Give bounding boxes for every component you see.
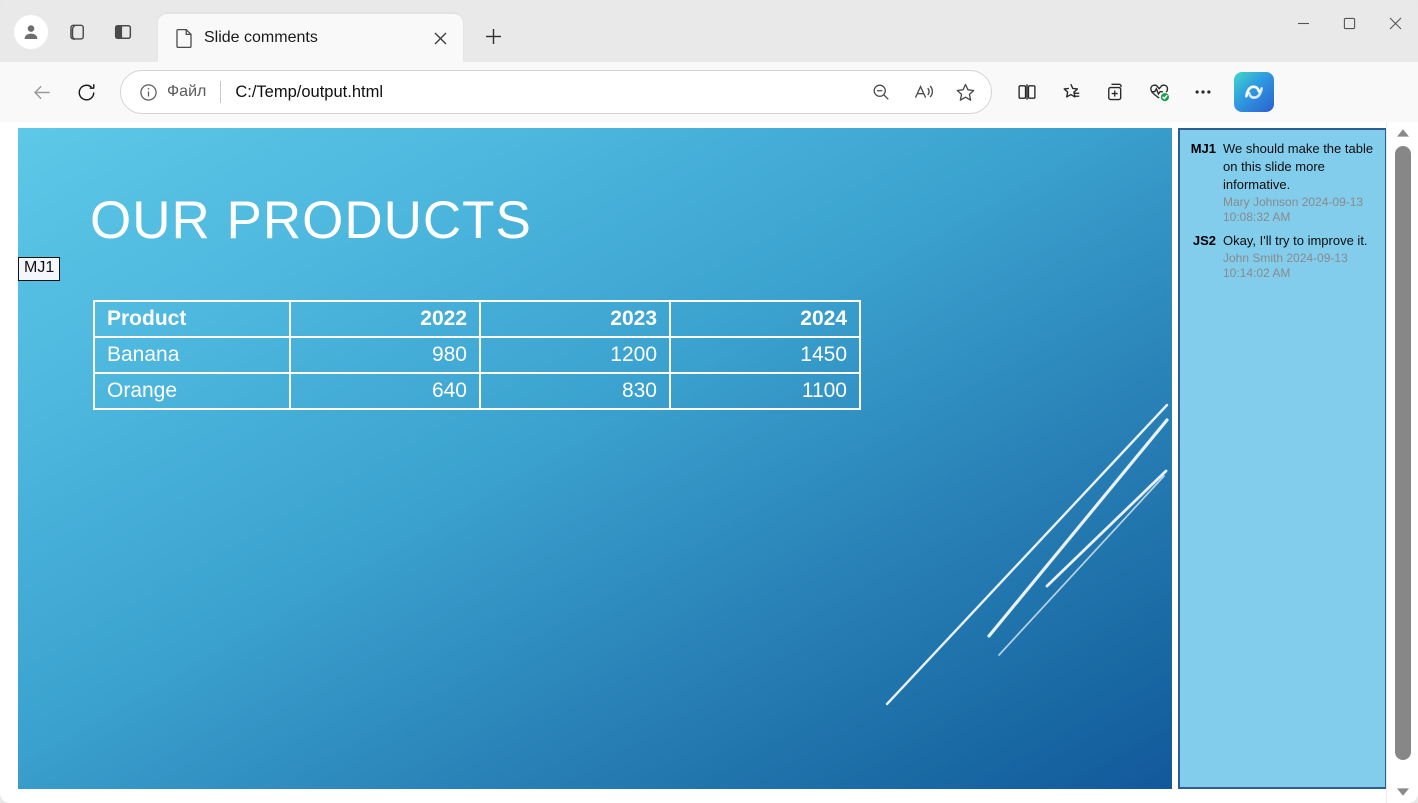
settings-more-icon[interactable] [1182,71,1224,113]
tab-title: Slide comments [204,29,417,47]
maximize-button[interactable] [1326,0,1372,46]
info-circle-icon[interactable] [135,79,161,105]
table-row: Orange 640 830 1100 [94,373,860,409]
cell-2024: 1100 [670,373,860,409]
workspaces-icon[interactable] [54,9,100,55]
table-row: Banana 980 1200 1450 [94,337,860,373]
table-header-product: Product [94,301,290,337]
comment-text: We should make the table on this slide m… [1223,141,1373,192]
tab-strip: Slide comments [0,0,1418,62]
vertical-scrollbar[interactable] [1386,122,1418,803]
browser-essentials-icon[interactable] [1138,71,1180,113]
browser-toolbar: Файл [0,62,1418,122]
toolbar-right-buttons [1006,71,1274,113]
table-header-2023: 2023 [480,301,670,337]
favorite-star-icon[interactable] [947,74,983,110]
collections-icon[interactable] [1094,71,1136,113]
slide-title: OUR PRODUCTS [90,190,532,251]
cell-2022: 640 [290,373,480,409]
comment-body: We should make the table on this slide m… [1223,140,1377,224]
cell-2022: 980 [290,337,480,373]
read-aloud-icon[interactable] [905,74,941,110]
back-button[interactable] [22,72,62,112]
scrollbar-track[interactable] [1387,144,1418,781]
close-window-button[interactable] [1372,0,1418,46]
table-header-2024: 2024 [670,301,860,337]
comment-body: Okay, I'll try to improve it. John Smith… [1223,232,1377,280]
address-scheme-label: Файл [167,83,206,101]
table-header-2022: 2022 [290,301,480,337]
window-controls [1280,0,1418,46]
comment-meta: Mary Johnson 2024-09-13 10:08:32 AM [1223,195,1377,224]
cell-product: Banana [94,337,290,373]
cell-2023: 1200 [480,337,670,373]
profile-avatar[interactable] [8,9,54,55]
split-screen-icon[interactable] [1006,71,1048,113]
zoom-out-icon[interactable] [863,74,899,110]
comment-anchor-marker[interactable]: MJ1 [18,257,60,281]
presentation-slide: OUR PRODUCTS Product 2022 2023 2024 Bana… [18,128,1172,789]
cell-2023: 830 [480,373,670,409]
refresh-button[interactable] [66,72,106,112]
new-tab-button[interactable] [473,16,513,56]
cell-product: Orange [94,373,290,409]
split-panel-icon[interactable] [100,9,146,55]
comment-item[interactable]: MJ1 We should make the table on this sli… [1188,140,1377,224]
close-icon[interactable] [427,25,453,51]
comment-tag: MJ1 [1188,140,1216,224]
document-icon [174,27,194,49]
address-bar[interactable]: Файл [120,70,992,114]
copilot-icon[interactable] [1234,72,1274,112]
comment-meta: John Smith 2024-09-13 10:14:02 AM [1223,251,1377,280]
page-viewport: OUR PRODUCTS Product 2022 2023 2024 Bana… [0,122,1418,803]
browser-window: Slide comments [0,0,1418,803]
address-input[interactable] [235,83,857,102]
avatar [14,15,48,49]
favorites-list-icon[interactable] [1050,71,1092,113]
minimize-button[interactable] [1280,0,1326,46]
comment-text: Okay, I'll try to improve it. [1223,233,1368,248]
comment-tag: JS2 [1188,232,1216,280]
scroll-up-arrow-icon[interactable] [1387,122,1418,144]
scroll-down-arrow-icon[interactable] [1387,781,1418,803]
table-header-row: Product 2022 2023 2024 [94,301,860,337]
cell-2024: 1450 [670,337,860,373]
scrollbar-thumb[interactable] [1395,146,1411,760]
address-divider [220,81,221,103]
comments-pane: MJ1 We should make the table on this sli… [1178,128,1387,789]
comment-item[interactable]: JS2 Okay, I'll try to improve it. John S… [1188,232,1377,280]
tab-slide-comments[interactable]: Slide comments [158,14,463,62]
products-table: Product 2022 2023 2024 Banana 980 1200 1… [93,300,861,410]
